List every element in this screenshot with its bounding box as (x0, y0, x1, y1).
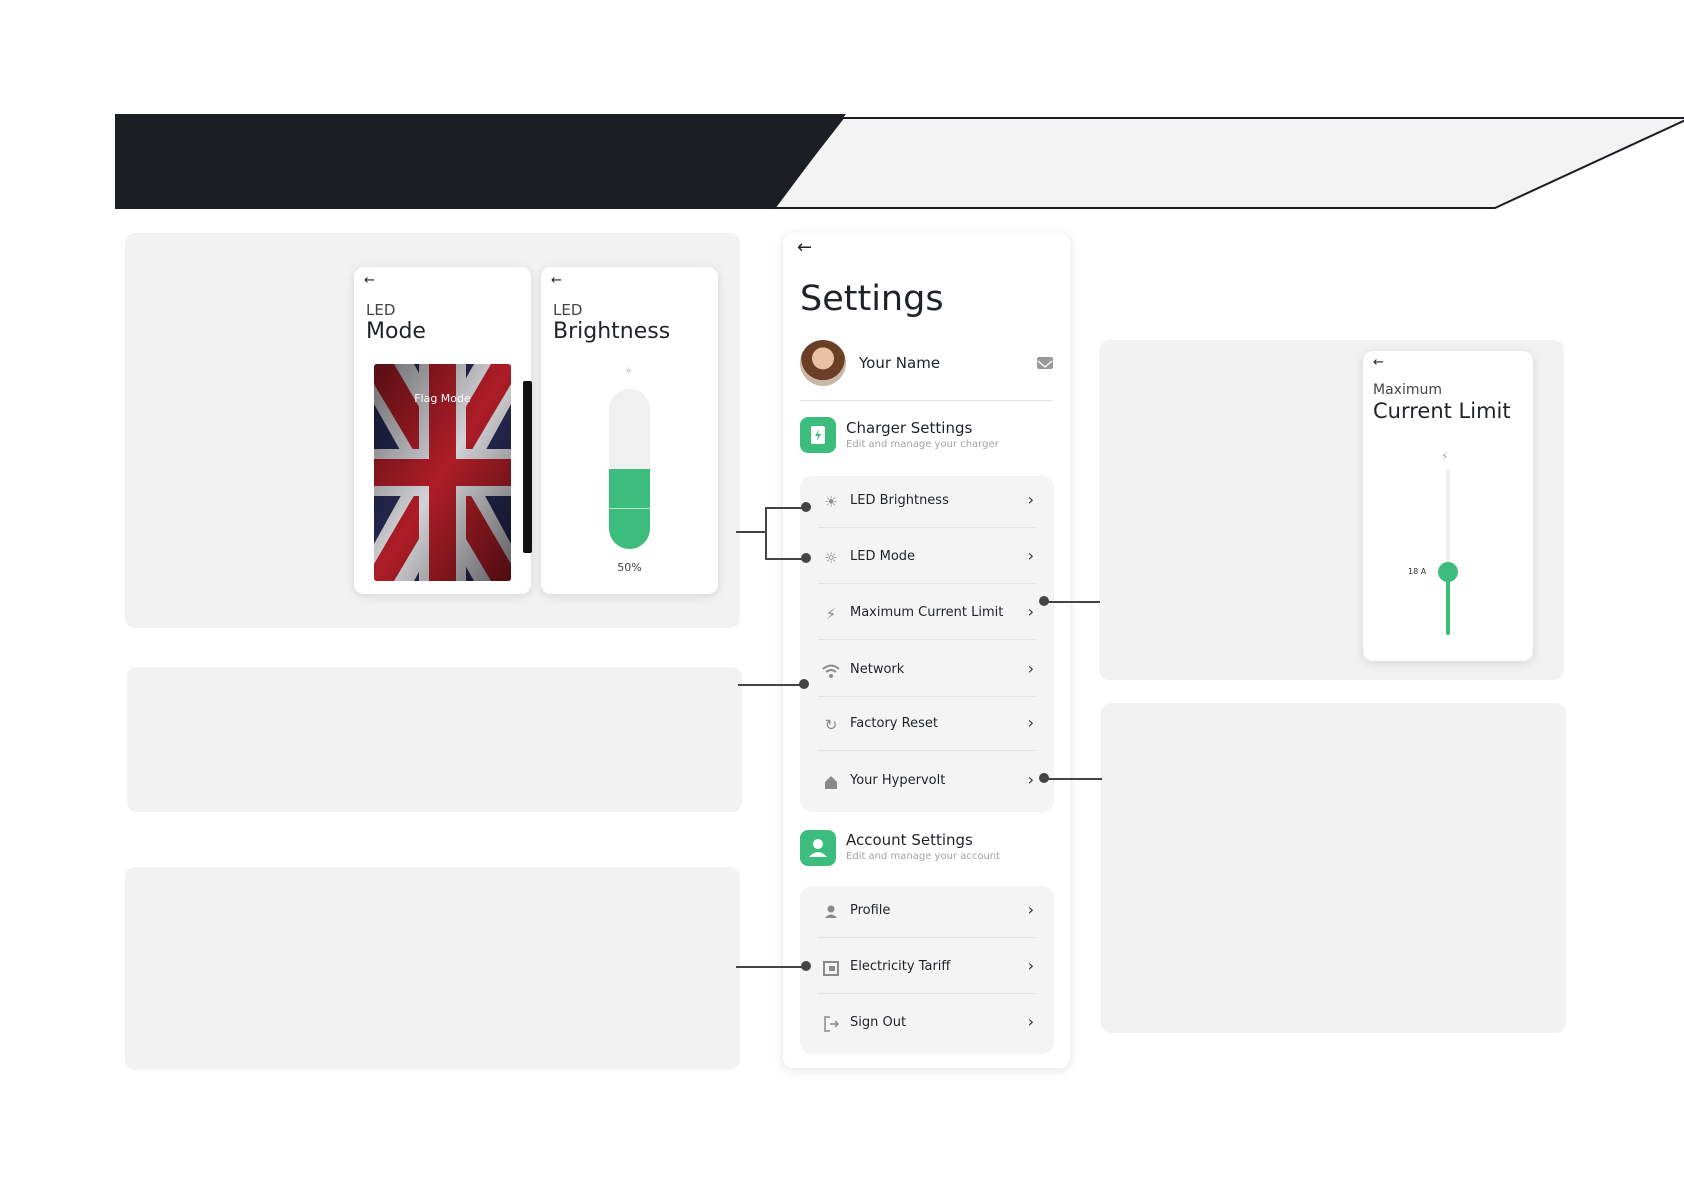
chevron-right-icon: › (1027, 900, 1034, 919)
chevron-right-icon: › (1027, 659, 1034, 678)
connector-line (736, 966, 806, 968)
account-settings-subtitle: Edit and manage your account (846, 851, 1001, 862)
connector-dot (1039, 596, 1049, 606)
menu-item-led-brightness[interactable]: ☀ LED Brightness › (800, 476, 1054, 528)
person-icon (820, 901, 842, 923)
menu-item-electricity-tariff[interactable]: Electricity Tariff › (800, 942, 1054, 994)
charger-settings-list: ☀ LED Brightness › ☼ LED Mode › ⚡ Maximu… (800, 476, 1054, 812)
home-icon (820, 771, 842, 793)
led-brightness-card: ← LED Brightness ☀ 50% (541, 267, 718, 594)
charger-settings-subtitle: Edit and manage your charger (846, 439, 999, 450)
header-banner (115, 114, 1684, 209)
connector-line (765, 558, 806, 560)
bolt-icon: ⚡ (1441, 450, 1449, 463)
chevron-right-icon: › (1027, 602, 1034, 621)
connector-dot (801, 553, 811, 563)
brightness-fill (609, 469, 650, 549)
hypervolt-panel (1101, 703, 1566, 1033)
current-limit-line2: Current Limit (1373, 399, 1511, 423)
network-panel (127, 667, 742, 812)
current-limit-knob[interactable] (1438, 561, 1458, 582)
bolt-icon: ⚡ (825, 605, 837, 623)
tariff-panel (125, 867, 740, 1070)
menu-item-maximum-current-limit[interactable]: ⚡ Maximum Current Limit › (800, 588, 1054, 640)
chevron-right-icon: › (1027, 490, 1034, 509)
chevron-right-icon: › (1027, 956, 1034, 975)
brightness-slider[interactable] (609, 389, 650, 549)
account-settings-title[interactable]: Account Settings (846, 831, 973, 849)
brightness-value: 50% (617, 561, 642, 574)
back-arrow-icon[interactable]: ← (1373, 355, 1384, 370)
sign-out-icon (820, 1013, 842, 1035)
charger-settings-title[interactable]: Charger Settings (846, 419, 972, 437)
brightness-handle-line (609, 508, 650, 509)
current-limit-value: 18 A (1408, 566, 1427, 576)
mail-envelope (1037, 360, 1053, 368)
connector-line (765, 507, 806, 509)
mail-icon[interactable] (1037, 357, 1053, 369)
account-icon (800, 830, 836, 866)
divider (800, 400, 1053, 401)
sun-icon: ☀ (824, 493, 838, 511)
back-arrow-icon[interactable]: ← (797, 237, 812, 258)
menu-item-your-hypervolt[interactable]: Your Hypervolt › (800, 756, 1054, 808)
led-brightness-line2: Brightness (553, 319, 671, 344)
back-arrow-icon[interactable]: ← (364, 273, 375, 288)
connector-dot (1039, 773, 1049, 783)
connector-dot (801, 502, 811, 512)
connector-line (736, 531, 766, 533)
menu-item-sign-out[interactable]: Sign Out › (800, 998, 1054, 1050)
chevron-right-icon: › (1027, 546, 1034, 565)
wifi-icon (820, 660, 842, 682)
connector-line (1044, 601, 1100, 603)
connector-dot (801, 961, 811, 971)
current-limit-slider[interactable]: 18 A (1408, 469, 1458, 635)
connector-line (1044, 778, 1102, 780)
flag-mode-label: Flag Mode (414, 392, 471, 405)
reset-icon: ↻ (824, 716, 838, 734)
led-brightness-line1: LED (553, 301, 583, 319)
menu-item-profile[interactable]: Profile › (800, 886, 1054, 938)
flag-mode-image[interactable]: Flag Mode (374, 364, 511, 581)
sun-outline-icon: ☼ (824, 549, 838, 567)
connector-line (738, 684, 804, 686)
current-limit-line1: Maximum (1373, 382, 1442, 398)
brightness-sun-icon: ☀ (624, 366, 633, 377)
charger-icon (800, 417, 836, 453)
page-title: Settings (800, 279, 944, 319)
back-arrow-icon[interactable]: ← (551, 273, 562, 288)
chevron-right-icon: › (1027, 713, 1034, 732)
chevron-right-icon: › (1027, 770, 1034, 789)
next-mode-preview[interactable] (523, 381, 532, 553)
account-settings-list: Profile › Electricity Tariff › Sign Out … (800, 886, 1054, 1054)
menu-item-network[interactable]: Network › (800, 645, 1054, 697)
connector-line (765, 507, 767, 559)
wallet-icon (820, 957, 842, 979)
menu-item-led-mode[interactable]: ☼ LED Mode › (800, 532, 1054, 584)
led-mode-line1: LED (366, 301, 396, 319)
menu-item-factory-reset[interactable]: ↻ Factory Reset › (800, 699, 1054, 751)
avatar[interactable] (800, 340, 846, 386)
led-mode-line2: Mode (366, 319, 426, 344)
connector-dot (799, 679, 809, 689)
user-name[interactable]: Your Name (859, 354, 940, 372)
chevron-right-icon: › (1027, 1012, 1034, 1031)
current-limit-card: ← Maximum Current Limit ⚡ 18 A (1363, 351, 1533, 661)
led-mode-card: ← LED Mode Flag Mode (354, 267, 531, 594)
